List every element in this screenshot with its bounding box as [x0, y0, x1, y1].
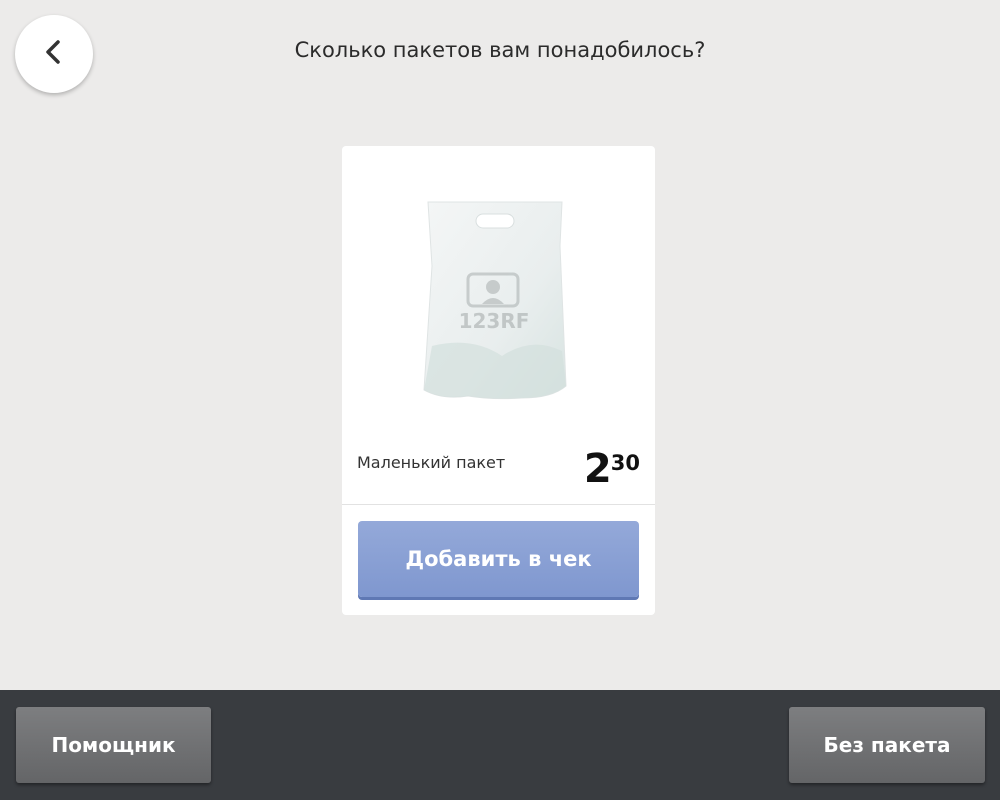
- no-bag-button[interactable]: Без пакета: [789, 707, 985, 783]
- bottom-bar: Помощник Без пакета: [0, 690, 1000, 800]
- product-price: 230: [584, 449, 640, 489]
- watermark-text: 123RF: [459, 309, 530, 333]
- product-card: 123RF Маленький пакет 230 Добавить в чек: [342, 146, 655, 615]
- helper-button[interactable]: Помощник: [16, 707, 211, 783]
- page-title: Сколько пакетов вам понадобилось?: [294, 38, 706, 62]
- add-to-receipt-button[interactable]: Добавить в чек: [358, 521, 639, 597]
- card-divider: [342, 504, 655, 505]
- price-cents: 30: [610, 451, 640, 475]
- price-main: 2: [583, 446, 612, 492]
- plastic-bag-image: 123RF: [412, 186, 582, 426]
- product-name: Маленький пакет: [357, 453, 506, 472]
